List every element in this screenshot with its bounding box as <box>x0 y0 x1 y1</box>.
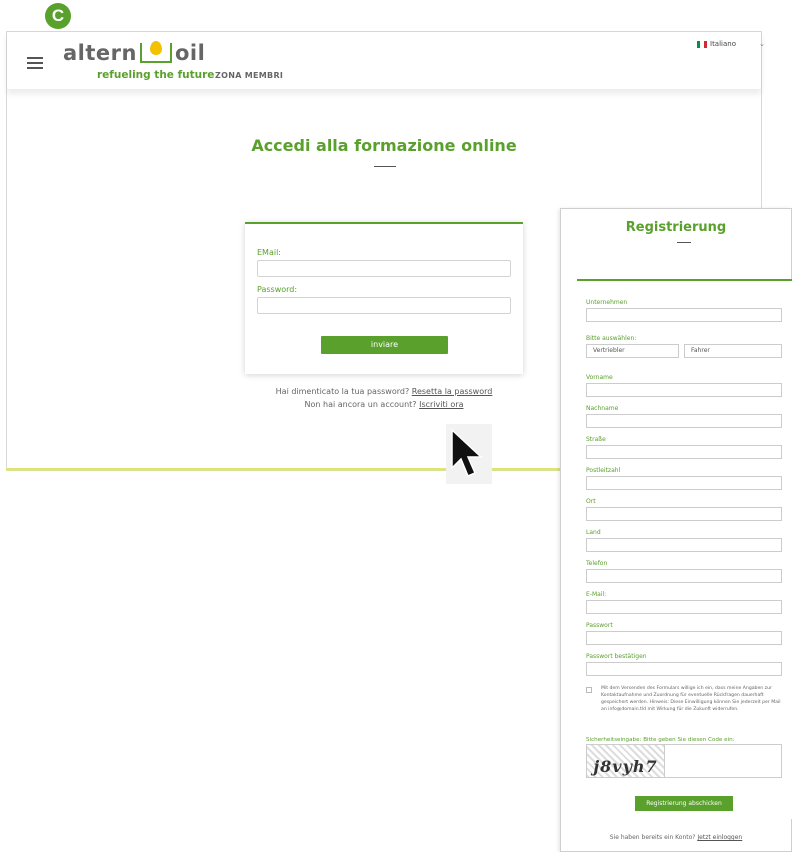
registration-divider <box>677 242 691 243</box>
phone-field[interactable] <box>586 569 782 583</box>
country-label: Land <box>586 529 601 536</box>
captcha-label: Sicherheitseingabe: Bitte geben Sie dies… <box>586 737 735 743</box>
title-divider <box>374 166 396 167</box>
password-label: Password: <box>257 285 298 294</box>
has-account-text: Sie haben bereits ein Konto? <box>609 834 696 841</box>
login-prompt: Sie haben bereits ein Konto? Jetzt einlo… <box>561 834 791 841</box>
signup-link[interactable]: Iscriviti ora <box>419 400 463 409</box>
forgot-text: Hai dimenticato la tua password? <box>275 387 410 396</box>
lastname-label: Nachname <box>586 405 619 412</box>
password-confirm-label: Passwort bestätigen <box>586 653 647 660</box>
email-label-de: E-Mail: <box>586 591 607 598</box>
option-vertriebler[interactable]: Vertriebler <box>586 344 679 358</box>
logo-drop-icon <box>139 41 172 63</box>
phone-label: Telefon <box>586 560 608 567</box>
page-title: Accedi alla formazione online <box>251 136 517 155</box>
cursor-icon <box>446 424 492 484</box>
submit-button[interactable]: inviare <box>321 336 448 354</box>
company-field[interactable] <box>586 308 782 322</box>
badge-c: C <box>45 3 71 29</box>
reset-password-link[interactable]: Resetta la password <box>412 387 493 396</box>
password-field[interactable] <box>257 297 511 314</box>
email-field[interactable] <box>257 260 511 277</box>
option-fahrer[interactable]: Fahrer <box>684 344 782 358</box>
consent-checkbox[interactable] <box>586 687 592 693</box>
lastname-field[interactable] <box>586 414 782 428</box>
hamburger-menu-icon[interactable] <box>27 57 43 69</box>
language-selector[interactable]: Italiano ⌄ <box>697 40 765 48</box>
site-header: altern oil refueling the future ZONA MEMB… <box>7 32 765 90</box>
alternoil-logo[interactable]: altern oil <box>63 41 206 65</box>
email-field-de[interactable] <box>586 600 782 614</box>
captcha-input[interactable]: j8vyh7 <box>586 744 782 778</box>
consent-text: Mit dem Versenden des Formulars willige … <box>601 686 781 712</box>
registration-form: Unternehmen Bitte auswählen: Vertriebler… <box>577 279 792 819</box>
register-submit-button[interactable]: Registrierung abschicken <box>635 796 733 811</box>
captcha-image: j8vyh7 <box>587 745 665 777</box>
section-label[interactable]: ZONA MEMBRI <box>215 71 283 80</box>
logo-text-right: oil <box>174 41 206 65</box>
city-label: Ort <box>586 498 596 505</box>
country-field[interactable] <box>586 538 782 552</box>
firstname-label: Vorname <box>586 374 613 381</box>
password-label-de: Passwort <box>586 622 613 629</box>
no-account-text: Non hai ancora un account? <box>304 400 417 409</box>
chevron-down-icon: ⌄ <box>759 40 765 48</box>
zip-label: Postleitzahl <box>586 467 621 474</box>
registration-title: Registrierung <box>625 220 727 235</box>
email-label: EMail: <box>257 248 281 257</box>
password-confirm-field[interactable] <box>586 662 782 676</box>
italy-flag-icon <box>697 40 707 48</box>
city-field[interactable] <box>586 507 782 521</box>
firstname-field[interactable] <box>586 383 782 397</box>
logo-text-left: altern <box>63 41 137 65</box>
language-label: Italiano <box>710 40 736 48</box>
tagline: refueling the future <box>97 69 215 81</box>
login-card: EMail: Password: inviare <box>245 222 523 374</box>
password-field-de[interactable] <box>586 631 782 645</box>
select-label: Bitte auswählen: <box>586 335 637 342</box>
street-label: Straße <box>586 436 606 443</box>
zip-field[interactable] <box>586 476 782 490</box>
login-now-link[interactable]: Jetzt einloggen <box>697 834 742 841</box>
street-field[interactable] <box>586 445 782 459</box>
company-label: Unternehmen <box>586 299 628 306</box>
registration-panel: Registrierung Unternehmen Bitte auswähle… <box>560 208 792 852</box>
